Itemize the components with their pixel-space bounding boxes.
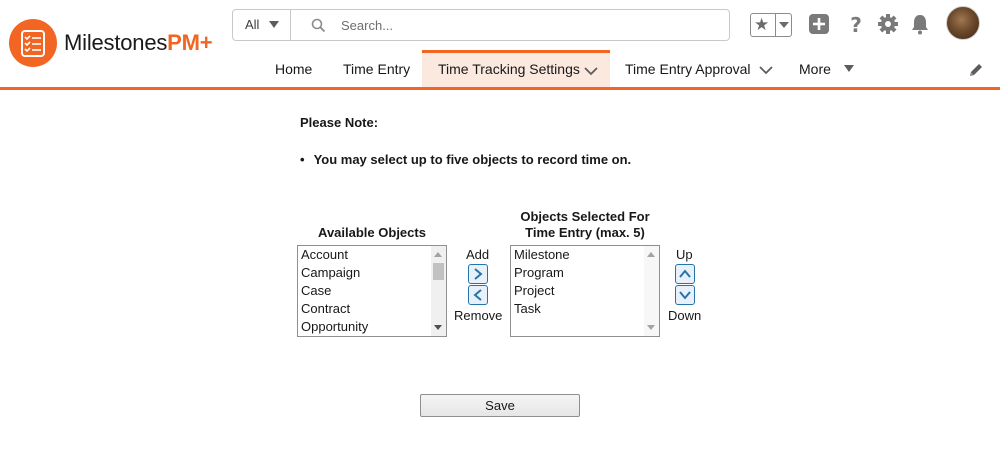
selected-heading-line1: Objects Selected For — [520, 209, 650, 224]
star-icon: ★ — [754, 15, 770, 34]
save-button[interactable]: Save — [420, 394, 580, 417]
chevron-right-icon — [474, 268, 483, 280]
add-button[interactable] — [468, 264, 488, 284]
nav-item-label: Time Entry — [343, 61, 411, 77]
list-item[interactable]: Case — [301, 283, 331, 298]
note-item: • You may select up to five objects to re… — [300, 152, 631, 167]
svg-text:?: ? — [850, 13, 862, 35]
caret-down-icon — [844, 65, 854, 72]
selected-objects-listbox[interactable]: Milestone Program Project Task — [510, 245, 660, 337]
nav-item-label: Time Entry Approval — [625, 61, 751, 77]
list-item[interactable]: Contract — [301, 301, 350, 316]
list-item[interactable]: Milestone — [514, 247, 570, 262]
nav-item-label: Time Tracking Settings — [438, 61, 580, 77]
list-item[interactable]: Account — [301, 247, 348, 262]
chevron-up-icon — [679, 269, 691, 278]
selected-objects-heading: Objects Selected For Time Entry (max. 5) — [505, 209, 665, 241]
global-search[interactable]: All — [232, 9, 730, 41]
chevron-down-icon[interactable] — [759, 65, 773, 75]
chevron-down-icon[interactable] — [584, 66, 598, 76]
avatar[interactable] — [946, 6, 980, 40]
favorites-menu-chevron-icon[interactable] — [779, 22, 789, 28]
up-label: Up — [676, 247, 693, 262]
chevron-down-icon — [679, 291, 691, 300]
search-input[interactable] — [341, 15, 721, 35]
nav-item-time-entry-approval[interactable]: Time Entry Approval — [612, 50, 784, 87]
list-item[interactable]: Task — [514, 301, 541, 316]
nav-item-time-entry[interactable]: Time Entry — [330, 50, 420, 87]
favorites-divider — [775, 14, 776, 36]
available-objects-heading: Available Objects — [318, 225, 426, 240]
scroll-up-icon[interactable] — [434, 252, 442, 257]
scrollbar[interactable] — [431, 246, 446, 336]
nav-item-more[interactable]: More — [786, 50, 866, 87]
global-header: MilestonesPM+ All ★ ? — [0, 0, 1000, 90]
bell-icon[interactable] — [909, 13, 931, 35]
add-label: Add — [466, 247, 490, 262]
list-item[interactable]: Program — [514, 265, 564, 280]
move-up-button[interactable] — [675, 264, 695, 284]
bullet-icon: • — [300, 152, 305, 167]
list-item[interactable]: Campaign — [301, 265, 360, 280]
scroll-up-icon[interactable] — [647, 252, 655, 257]
pencil-icon[interactable] — [968, 62, 984, 78]
add-icon[interactable] — [808, 13, 830, 35]
app-navigation: Home Time Entry Time Tracking Settings T… — [0, 50, 1000, 90]
help-icon[interactable]: ? — [845, 13, 867, 35]
note-title: Please Note: — [300, 115, 379, 130]
search-scope-label: All — [245, 17, 260, 32]
search-scope-dropdown[interactable]: All — [233, 10, 291, 40]
available-objects-listbox[interactable]: Account Campaign Case Contract Opportuni… — [297, 245, 447, 337]
search-icon — [311, 18, 326, 33]
remove-label: Remove — [454, 308, 503, 323]
scrollbar-thumb[interactable] — [433, 263, 444, 280]
gear-icon[interactable] — [877, 13, 899, 35]
remove-button[interactable] — [468, 285, 488, 305]
nav-item-label: More — [799, 61, 831, 77]
nav-item-time-tracking-settings[interactable]: Time Tracking Settings — [422, 50, 610, 87]
chevron-left-icon — [473, 289, 482, 301]
list-item[interactable]: Opportunity — [301, 319, 368, 334]
list-item[interactable]: Project — [514, 283, 554, 298]
favorites-button[interactable]: ★ — [750, 13, 792, 37]
scroll-down-icon[interactable] — [434, 325, 442, 330]
caret-down-icon — [269, 21, 279, 28]
scroll-down-icon[interactable] — [647, 325, 655, 330]
nav-item-home[interactable]: Home — [262, 50, 326, 87]
nav-accent-bar — [0, 87, 1000, 90]
note-item-text: You may select up to five objects to rec… — [313, 152, 632, 167]
down-label: Down — [668, 308, 702, 323]
selected-heading-line2: Time Entry (max. 5) — [525, 225, 645, 240]
scrollbar[interactable] — [644, 246, 659, 336]
nav-item-label: Home — [275, 61, 313, 77]
move-down-button[interactable] — [675, 285, 695, 305]
